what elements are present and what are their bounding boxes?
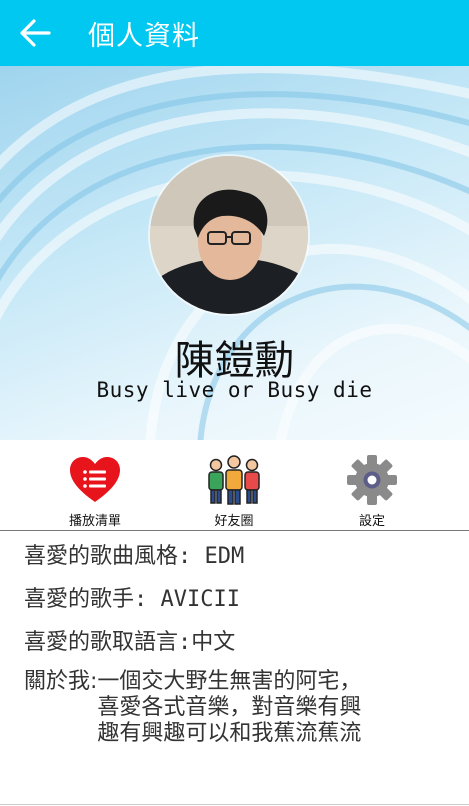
avatar-photo bbox=[150, 156, 308, 314]
gear-icon bbox=[347, 455, 397, 505]
avatar bbox=[150, 156, 308, 314]
friends-group-icon bbox=[208, 455, 260, 505]
about-text: 一個交大野生無害的阿宅，喜愛各式音樂，對音樂有興趣有興趣可以和我蕉流蕉流 bbox=[97, 669, 362, 746]
playlist-button[interactable]: 播放清單 bbox=[40, 452, 150, 529]
profile-header: 陳鎧勳 Busy live or Busy die bbox=[0, 66, 469, 440]
friends-label: 好友圈 bbox=[214, 514, 254, 529]
bottom-divider bbox=[0, 804, 469, 805]
about-me: 關於我: 一個交大野生無害的阿宅，喜愛各式音樂，對音樂有興趣有興趣可以和我蕉流蕉… bbox=[24, 669, 454, 747]
playlist-label: 播放清單 bbox=[68, 514, 121, 529]
profile-motto: Busy live or Busy die bbox=[96, 378, 373, 402]
back-button[interactable] bbox=[0, 0, 70, 66]
favorite-genre: 喜愛的歌曲風格: EDM bbox=[24, 544, 245, 569]
friends-button[interactable]: 好友圈 bbox=[179, 452, 289, 529]
action-bar: 播放清單 好友圈 設定 bbox=[0, 440, 469, 531]
profile-info: 喜愛的歌曲風格: EDM 喜愛的歌手: AVICII 喜愛的歌取語言:中文 關於… bbox=[24, 540, 454, 747]
app-bar: 個人資料 bbox=[0, 0, 469, 66]
settings-button[interactable]: 設定 bbox=[317, 452, 427, 529]
playlist-heart-icon bbox=[70, 457, 120, 502]
page-title: 個人資料 bbox=[88, 20, 200, 52]
favorite-language: 喜愛的歌取語言:中文 bbox=[24, 630, 236, 655]
settings-label: 設定 bbox=[358, 514, 385, 529]
arrow-left-icon bbox=[20, 19, 51, 47]
about-label: 關於我: bbox=[24, 669, 98, 694]
favorite-artist: 喜愛的歌手: AVICII bbox=[24, 587, 240, 612]
